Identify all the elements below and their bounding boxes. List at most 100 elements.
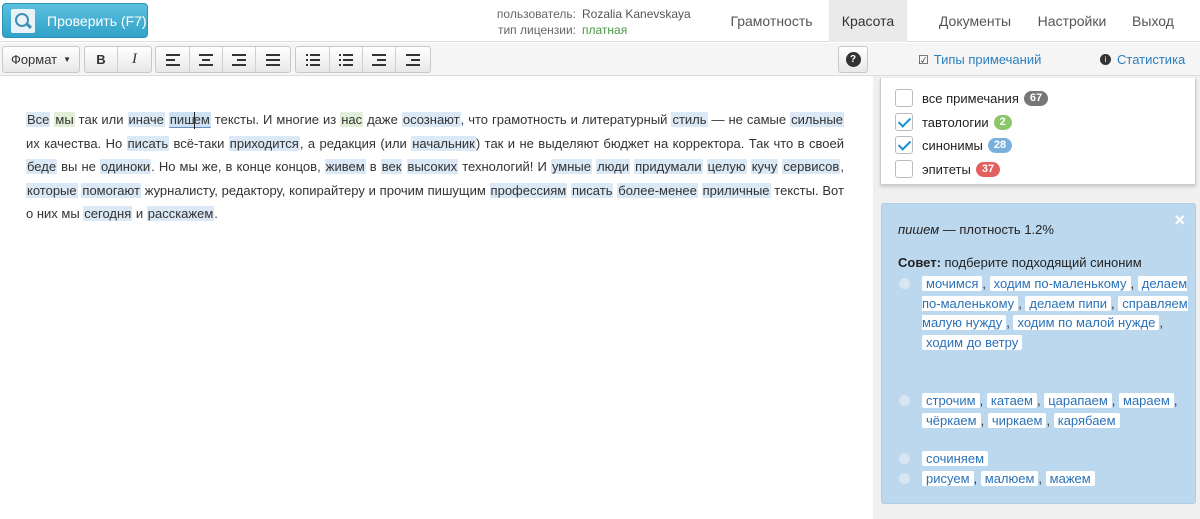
user-info-values: Rozalia Kanevskaya платная [582,6,691,38]
synonym-highlight[interactable]: люди [596,159,630,174]
synonym-highlight[interactable]: приличные [701,182,771,198]
synonym-chip[interactable]: катаем [986,393,1037,408]
filter-synonyms-checkbox[interactable] [895,136,913,154]
filter-synonyms[interactable]: синонимы 28 [895,134,1013,156]
synonym-option[interactable]: сочиняем [898,449,1188,469]
synonym-option[interactable]: строчим, катаем, царапаем, мараем, чёрка… [898,391,1188,430]
synonym-highlight[interactable]: целую [706,159,747,174]
close-icon[interactable]: × [1174,210,1185,231]
user-name: Rozalia Kanevskaya [582,7,691,21]
filter-epithets-label: эпитеты [922,161,971,177]
synonym-list: рисуем, малюем, мажем [922,469,1188,489]
align-justify-button[interactable] [256,47,289,72]
outdent-icon [372,53,386,66]
synonym-highlight[interactable]: кучу [750,159,779,174]
synonym-chip[interactable]: чёркаем [922,412,981,428]
filter-tautology-label: тавтологии [922,114,989,130]
synonym-highlight[interactable]: начальник [411,135,476,151]
tab-krasota[interactable]: Красота [829,0,907,42]
radio-button[interactable] [898,452,911,465]
tab-documents[interactable]: Документы [925,0,1025,42]
synonym-highlight[interactable]: писать [571,182,614,198]
question-icon: ? [845,52,861,67]
synonym-option[interactable]: рисуем, малюем, мажем [898,469,1188,489]
synonym-chip[interactable]: делаем пипи [1025,295,1112,311]
synonym-chip[interactable]: чиркаем [987,412,1047,428]
align-right-button[interactable] [223,47,256,72]
check-button-label: Проверить (F7) [47,12,147,29]
format-dropdown[interactable]: Формат ▼ [2,46,80,73]
synonym-chip[interactable]: царапаем [1044,393,1112,408]
synonym-highlight[interactable]: умные [550,159,592,174]
align-justify-icon [265,53,280,66]
check-button[interactable]: Проверить (F7) [2,3,148,38]
tab-exit[interactable]: Выход [1116,0,1190,42]
statistics-link[interactable]: i Статистика [1100,43,1185,76]
synonym-highlight[interactable]: придумали [634,159,703,174]
filter-all-count: 67 [1023,90,1049,106]
bullet-list-button[interactable] [297,47,330,72]
note-types-link[interactable]: ☑ Типы примечаний [918,43,1041,76]
synonym-chip[interactable]: карябаем [1053,412,1120,428]
filter-all[interactable]: все примечания 67 [895,87,1049,109]
indent-button[interactable] [396,47,429,72]
tautology-highlight[interactable]: нас [340,112,364,127]
synonym-highlight[interactable]: сегодня [83,206,133,221]
synonym-chip[interactable]: малюем [980,471,1039,486]
synonym-highlight[interactable]: расскажем [146,206,215,221]
synonym-highlight[interactable]: беде [26,159,58,174]
synonym-highlight[interactable]: которые [26,182,78,198]
numbered-list-button[interactable] [330,47,363,72]
synonym-highlight[interactable]: иначе [127,112,165,127]
synonym-highlight[interactable]: профессиям [489,182,568,198]
radio-button[interactable] [898,472,911,485]
radio-button[interactable] [898,277,911,290]
synonym-highlight[interactable]: век [380,159,403,174]
synonym-highlight[interactable]: писать [126,135,170,151]
synonym-highlight[interactable]: осознают [401,112,461,127]
tab-settings[interactable]: Настройки [1028,0,1116,42]
synonym-highlight[interactable]: стиль [671,112,708,127]
synonym-chip[interactable]: мажем [1045,471,1095,486]
synonym-chip[interactable]: рисуем [922,471,974,486]
synonym-chip[interactable]: ходим по малой нужде [1013,315,1160,330]
synonym-highlight[interactable]: сильные [790,112,845,127]
synonym-highlight[interactable]: помогают [81,182,141,198]
indent-icon [405,53,420,66]
bold-button[interactable]: B [85,47,118,72]
filter-epithets-checkbox[interactable] [895,160,913,178]
align-left-button[interactable] [157,47,190,72]
tab-gramotnost[interactable]: Грамотность [714,0,829,42]
text-editor[interactable]: Все мы так или иначе пишем тексты. И мно… [26,108,845,226]
synonym-highlight[interactable]: более-менее [617,182,698,198]
filter-epithets[interactable]: эпитеты 37 [895,158,1001,180]
radio-button[interactable] [898,394,911,407]
tautology-highlight[interactable]: мы [54,112,75,127]
synonym-chip[interactable]: сочиняем [922,451,989,466]
synonym-chip[interactable]: ходим до ветру [922,334,1023,350]
user-info-labels: пользователь: тип лицензии: [450,6,576,38]
synonym-highlight[interactable]: приходится [228,135,300,151]
italic-button[interactable]: I [118,47,151,72]
synonym-chip[interactable]: строчим [922,393,980,408]
filter-tautology-checkbox[interactable] [895,113,913,131]
synonym-highlight[interactable]: живем [324,159,366,174]
outdent-button[interactable] [363,47,396,72]
synonym-highlight[interactable]: Все [26,112,51,127]
help-button[interactable]: ? [838,46,868,73]
align-center-button[interactable] [190,47,223,72]
synonym-option[interactable]: мочимся, ходим по-маленькому, делаем по-… [898,274,1188,352]
caret-down-icon: ▼ [63,55,72,64]
filter-tautology[interactable]: тавтологии 2 [895,111,1012,133]
synonym-highlight[interactable]: одиноки [99,159,152,174]
selected-word-highlight[interactable]: пишем [168,112,211,130]
synonym-list: строчим, катаем, царапаем, мараем, чёрка… [922,391,1188,430]
top-bar: Проверить (F7) пользователь: тип лицензи… [0,0,1200,42]
synonym-chip[interactable]: ходим по-маленькому [989,276,1131,291]
advice-text: подберите подходящий синоним [940,255,1142,270]
synonym-highlight[interactable]: сервисов [782,159,841,174]
filter-all-checkbox[interactable] [895,89,913,107]
synonym-chip[interactable]: мочимся [922,276,983,291]
synonym-highlight[interactable]: высоких [406,159,459,174]
synonym-chip[interactable]: мараем [1119,393,1174,408]
